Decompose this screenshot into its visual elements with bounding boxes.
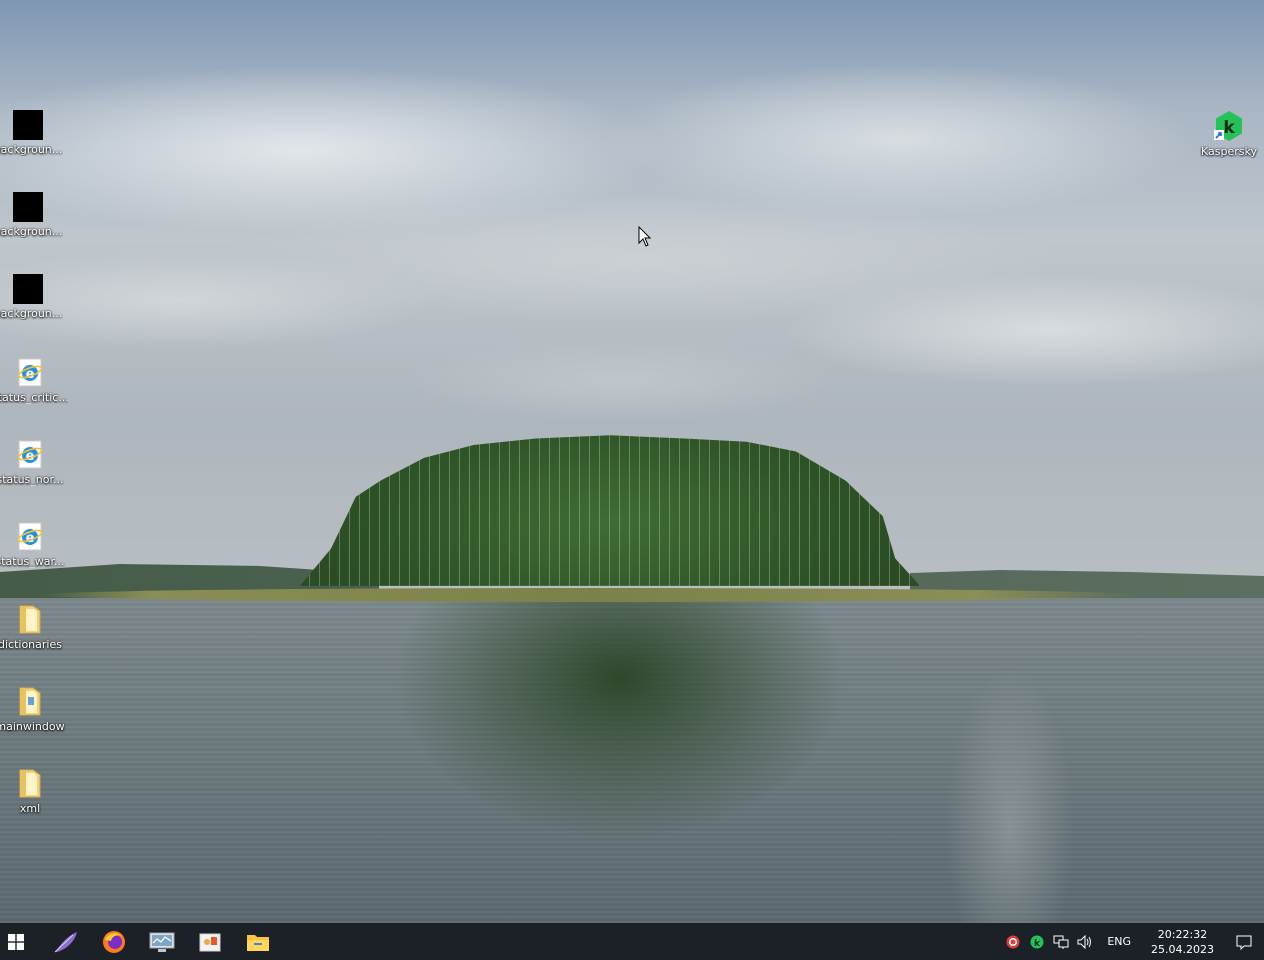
desktop-icon-label: xml	[19, 802, 41, 815]
tray-record-button[interactable]	[1001, 923, 1025, 960]
notification-center-button[interactable]	[1224, 923, 1264, 960]
folder-icon	[19, 605, 41, 634]
notification-icon	[1236, 935, 1252, 950]
system-monitor-icon	[149, 932, 175, 952]
desktop-icon-status-warning[interactable]: e status_war...	[0, 520, 68, 568]
folder-icon	[19, 687, 41, 716]
taskbar-app-feather[interactable]	[42, 923, 90, 960]
desktop-wallpaper	[0, 0, 1264, 923]
black-image-icon	[13, 274, 43, 304]
black-image-icon	[13, 110, 43, 140]
kaspersky-tray-icon: k	[1030, 935, 1044, 949]
feather-app-icon	[54, 931, 77, 952]
volume-icon	[1077, 934, 1092, 949]
network-icon	[1053, 935, 1069, 949]
office-app-icon	[199, 933, 221, 951]
record-icon	[1006, 935, 1020, 948]
file-explorer-icon	[247, 934, 269, 951]
firefox-icon	[103, 930, 125, 953]
desktop-icon-label: dictionaries	[0, 638, 62, 651]
mouse-cursor-icon	[638, 226, 652, 247]
tray-network-button[interactable]	[1049, 923, 1073, 960]
reed-strip	[40, 588, 1140, 602]
taskbar-app-system-monitor[interactable]	[138, 923, 186, 960]
desktop-icon-label: status_nor...	[0, 473, 64, 486]
internet-explorer-icon: e	[17, 440, 43, 469]
desktop-icon-label: Kaspersky	[1201, 145, 1257, 158]
internet-explorer-icon: e	[17, 358, 43, 387]
desktop-icon-label: backgroun...	[0, 307, 63, 320]
start-icon	[8, 933, 24, 950]
taskbar-app-firefox[interactable]	[90, 923, 138, 960]
desktop-icon-label: backgroun...	[0, 225, 63, 238]
desktop-icon-mainwindow[interactable]: mainwindow	[0, 685, 68, 733]
desktop-icon-background-1[interactable]: backgroun...	[0, 110, 66, 156]
desktop-icon-xml[interactable]: xml	[0, 767, 68, 815]
taskbar-app-office[interactable]	[186, 923, 234, 960]
svg-text:k: k	[1223, 118, 1235, 138]
internet-explorer-icon: e	[17, 522, 43, 551]
desktop-icon-dictionaries[interactable]: dictionaries	[0, 603, 68, 651]
system-tray: k ENG 20:22:32 25.04.2023	[1001, 923, 1264, 960]
desktop-icon-label: backgroun...	[0, 143, 63, 156]
black-image-icon	[13, 192, 43, 222]
desktop-icon-background-3[interactable]: backgroun...	[0, 274, 66, 320]
language-indicator[interactable]: ENG	[1097, 935, 1141, 948]
clock-time: 20:22:32	[1157, 927, 1208, 941]
tray-kaspersky-button[interactable]: k	[1025, 923, 1049, 960]
desktop-icon-status-normal[interactable]: e status_nor...	[0, 438, 68, 486]
desktop-icon-background-2[interactable]: backgroun...	[0, 192, 66, 238]
lake-water	[0, 598, 1264, 923]
svg-text:k: k	[1034, 939, 1041, 949]
clock[interactable]: 20:22:32 25.04.2023	[1141, 927, 1224, 957]
desktop-icon-label: status_critic...	[0, 391, 68, 404]
taskbar: k ENG 20:22:32 25.04.2023	[0, 923, 1264, 960]
desktop-icon-label: mainwindow	[0, 720, 65, 733]
desktop-icon-label: status_war...	[0, 555, 65, 568]
desktop-icon-kaspersky[interactable]: k Kaspersky	[1191, 110, 1264, 158]
clock-date: 25.04.2023	[1151, 942, 1214, 956]
start-button[interactable]	[0, 923, 32, 960]
kaspersky-shortcut-icon: k	[1214, 111, 1242, 141]
folder-icon	[19, 769, 41, 798]
tray-volume-button[interactable]	[1073, 923, 1097, 960]
taskbar-app-file-explorer[interactable]	[234, 923, 282, 960]
desktop-icon-status-critical[interactable]: e status_critic...	[0, 356, 68, 404]
